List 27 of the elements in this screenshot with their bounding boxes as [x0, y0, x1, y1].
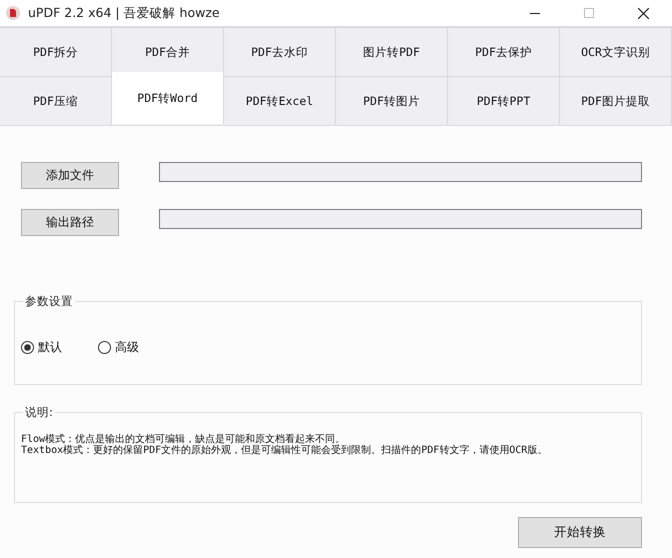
browse-button[interactable]: 添加文件 — [21, 162, 119, 189]
note-text: Textbox模式：更好的保留PDF文件的原始外观，但是可编辑性可能会受到限制。扫描件的PDF转文字，请使用OCR版。 — [21, 445, 548, 456]
close-icon[interactable] — [638, 8, 648, 18]
radio-option[interactable]: 默认 — [21, 339, 62, 356]
minimize-icon[interactable] — [530, 12, 540, 14]
window-title: uPDF 2.2 x64 | 吾爱破解 howze — [28, 4, 221, 22]
start-button[interactable]: 开始转换 — [518, 517, 642, 548]
note-text: Flow模式：优点是输出的文档可编辑，缺点是可能和原文档看起来不同。 — [21, 434, 346, 445]
tab[interactable]: PDF转Word — [112, 72, 224, 124]
group-title: 说明: — [24, 405, 54, 420]
path-field[interactable] — [159, 209, 642, 229]
tab[interactable]: PDF转Excel — [224, 76, 336, 125]
tab[interactable]: OCR文字识别 — [560, 27, 672, 76]
tab[interactable]: PDF转PPT — [448, 76, 560, 125]
radio-option[interactable]: 高级 — [98, 339, 139, 356]
tab[interactable]: PDF压缩 — [0, 76, 112, 125]
tab[interactable]: PDF拆分 — [0, 27, 112, 76]
tab[interactable]: 图片转PDF — [336, 27, 448, 76]
path-field[interactable] — [159, 162, 642, 182]
app-logo-icon — [6, 6, 20, 20]
browse-button[interactable]: 输出路径 — [21, 209, 119, 236]
maximize-icon[interactable] — [584, 8, 594, 18]
tab[interactable]: PDF转图片 — [336, 76, 448, 125]
group-title: 参数设置 — [24, 294, 74, 309]
tab[interactable]: PDF去水印 — [224, 27, 336, 76]
tab[interactable]: PDF去保护 — [448, 27, 560, 76]
tab[interactable]: PDF图片提取 — [560, 76, 672, 125]
